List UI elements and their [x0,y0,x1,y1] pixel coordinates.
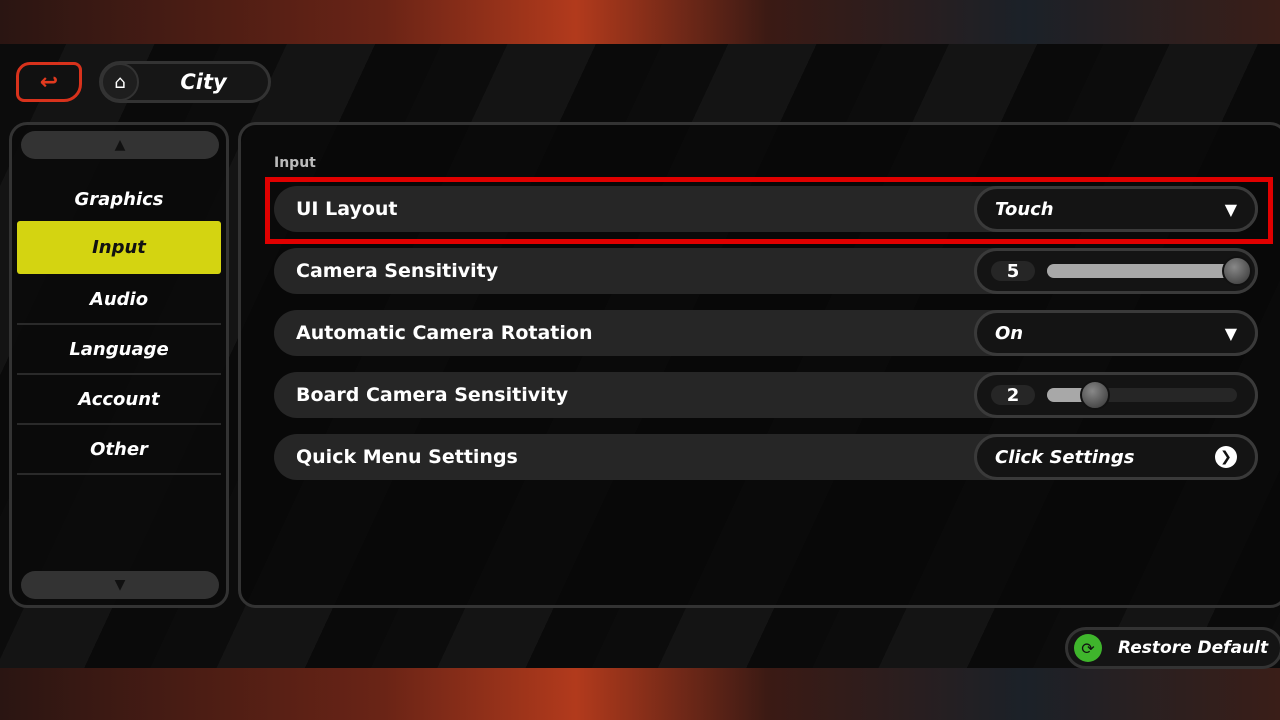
restore-default-button[interactable]: ⟳ Restore Default [1065,627,1280,669]
slider-value: 2 [991,385,1035,406]
setting-label: Automatic Camera Rotation [296,322,593,344]
refresh-icon: ⟳ [1074,634,1102,662]
background-art-top [0,0,1280,44]
click-settings-button[interactable]: Click Settings ❯ [974,434,1258,480]
setting-automatic-camera-rotation: Automatic Camera Rotation On ▼ [274,310,1258,356]
section-title: Input [274,155,316,171]
setting-board-camera-sensitivity: Board Camera Sensitivity 2 [274,372,1258,418]
caret-down-icon: ▼ [1224,323,1237,343]
slider-value: 5 [991,261,1035,282]
setting-camera-sensitivity: Camera Sensitivity 5 [274,248,1258,294]
sidebar-item-account[interactable]: Account [17,375,221,425]
slider-knob[interactable] [1079,380,1110,410]
slider-knob[interactable] [1222,256,1252,286]
slider-track[interactable] [1047,380,1237,410]
slider-track[interactable] [1047,256,1252,286]
sidebar-item-audio[interactable]: Audio [17,275,221,325]
highlight-box [265,177,1273,244]
board-camera-sensitivity-slider[interactable]: 2 [974,372,1258,418]
scroll-down-button[interactable]: ▼ [21,571,219,599]
camera-rotation-dropdown[interactable]: On ▼ [974,310,1258,356]
chevron-up-icon: ▲ [114,137,126,153]
sidebar-item-language[interactable]: Language [17,325,221,375]
button-label: Click Settings [995,446,1135,468]
slider-fill [1047,264,1237,278]
back-arrow-icon: ↩ [39,69,59,95]
sidebar-item-graphics[interactable]: Graphics [17,175,221,225]
chevron-right-circle-icon: ❯ [1215,446,1237,468]
setting-label: Board Camera Sensitivity [296,384,569,406]
dropdown-value: On [995,322,1024,344]
setting-label: Quick Menu Settings [296,446,518,468]
breadcrumb[interactable]: ⌂ City [99,61,271,103]
restore-default-label: Restore Default [1118,638,1269,658]
background-art-bottom [0,668,1280,720]
scroll-up-button[interactable]: ▲ [21,131,219,159]
sidebar-item-other[interactable]: Other [17,425,221,475]
chevron-down-icon: ▼ [114,577,126,593]
setting-label: Camera Sensitivity [296,260,499,282]
setting-quick-menu-settings: Quick Menu Settings Click Settings ❯ [274,434,1258,480]
breadcrumb-label: City [180,70,227,94]
camera-sensitivity-slider[interactable]: 5 [974,248,1258,294]
home-icon: ⌂ [101,63,139,101]
sidebar: ▲ Graphics Input Audio Language Account … [9,122,229,608]
sidebar-item-input[interactable]: Input [17,221,221,274]
back-button[interactable]: ↩ [16,62,82,102]
